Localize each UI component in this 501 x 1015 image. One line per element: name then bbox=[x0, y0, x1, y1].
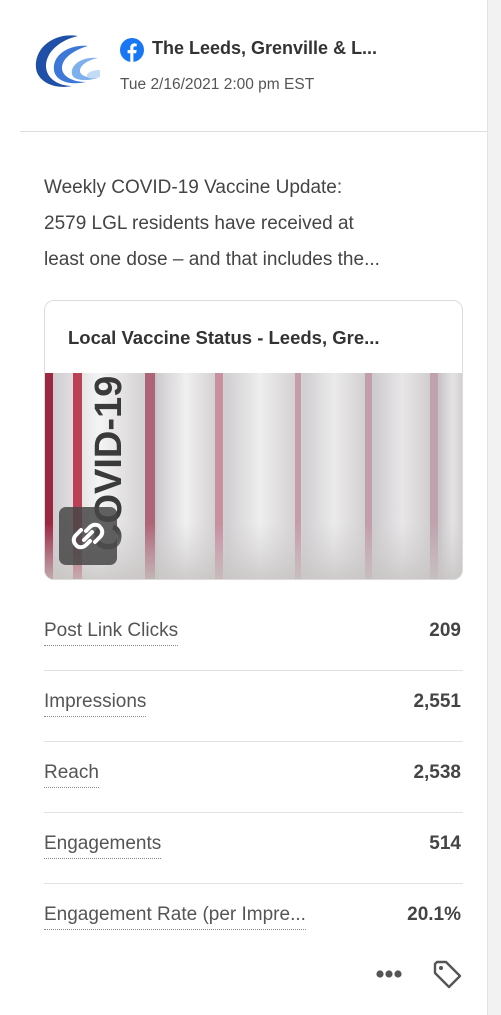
organization-logo bbox=[35, 35, 100, 87]
metric-row-engagements: Engagements 514 bbox=[44, 813, 463, 884]
account-name[interactable]: The Leeds, Grenville & L... bbox=[152, 38, 452, 59]
metric-value: 209 bbox=[429, 620, 461, 641]
link-preview-card[interactable]: Local Vaccine Status - Leeds, Gre... COV… bbox=[44, 300, 463, 580]
metric-row-impressions: Impressions 2,551 bbox=[44, 671, 463, 742]
scrollbar[interactable] bbox=[487, 0, 501, 1015]
metric-row-post-link-clicks: Post Link Clicks 209 bbox=[44, 600, 463, 671]
metric-label[interactable]: Reach bbox=[44, 762, 99, 788]
metric-value: 20.1% bbox=[407, 904, 461, 925]
post-card: The Leeds, Grenville & L... Tue 2/16/202… bbox=[0, 0, 487, 1015]
metric-label[interactable]: Engagements bbox=[44, 833, 162, 859]
metric-value: 2,538 bbox=[413, 762, 461, 783]
metric-row-reach: Reach 2,538 bbox=[44, 742, 463, 813]
post-text-line: least one dose – and that includes the..… bbox=[44, 249, 380, 270]
post-text-line: Weekly COVID-19 Vaccine Update: bbox=[44, 177, 343, 198]
post-text-line: 2579 LGL residents have received at bbox=[44, 213, 354, 234]
link-icon bbox=[71, 522, 105, 550]
post-text: Weekly COVID-19 Vaccine Update: 2579 LGL… bbox=[44, 170, 469, 278]
metric-label[interactable]: Post Link Clicks bbox=[44, 620, 179, 646]
tag-icon[interactable] bbox=[430, 958, 464, 992]
metric-label[interactable]: Engagement Rate (per Impre... bbox=[44, 904, 306, 930]
metric-row-engagement-rate: Engagement Rate (per Impre... 20.1% bbox=[44, 884, 463, 955]
metric-value: 514 bbox=[429, 833, 461, 854]
link-preview-title[interactable]: Local Vaccine Status - Leeds, Gre... bbox=[68, 327, 443, 349]
metric-label[interactable]: Impressions bbox=[44, 691, 147, 717]
more-options-icon[interactable] bbox=[372, 962, 406, 986]
link-badge bbox=[59, 507, 117, 565]
metric-value: 2,551 bbox=[413, 691, 461, 712]
post-timestamp: Tue 2/16/2021 2:00 pm EST bbox=[120, 76, 315, 93]
facebook-icon bbox=[120, 38, 144, 62]
